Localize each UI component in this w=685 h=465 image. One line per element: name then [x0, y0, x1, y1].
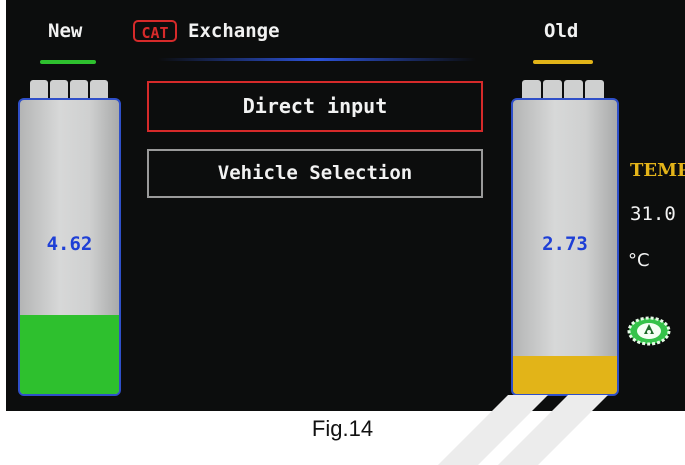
new-battery-value: 4.62 — [46, 233, 93, 255]
new-tab-indicator — [40, 60, 96, 64]
temp-label: TEMP — [630, 160, 685, 181]
temp-value: 31.0 — [630, 203, 676, 225]
direct-input-button[interactable]: Direct input — [147, 81, 483, 132]
old-battery-value: 2.73 — [542, 233, 588, 255]
page-title: Exchange — [188, 20, 280, 42]
old-label: Old — [544, 20, 579, 42]
green-gear-icon[interactable] — [627, 315, 671, 347]
new-label: New — [48, 20, 83, 42]
old-battery[interactable]: 2.73 — [511, 98, 619, 396]
cat-badge-icon: CAT — [133, 20, 177, 42]
old-tab-indicator — [533, 60, 593, 64]
old-battery-cap — [522, 80, 604, 98]
vehicle-selection-button[interactable]: Vehicle Selection — [147, 149, 483, 198]
new-battery[interactable]: 4.62 — [18, 98, 121, 396]
old-battery-fill — [513, 355, 617, 394]
title-underline — [158, 58, 476, 61]
new-battery-fill — [20, 314, 119, 394]
device-screen: New CAT Exchange Old 4.62 Direct input V… — [6, 0, 685, 411]
new-battery-cap — [30, 80, 108, 98]
temp-unit: °C — [628, 250, 650, 271]
figure-caption: Fig.14 — [311, 416, 374, 441]
